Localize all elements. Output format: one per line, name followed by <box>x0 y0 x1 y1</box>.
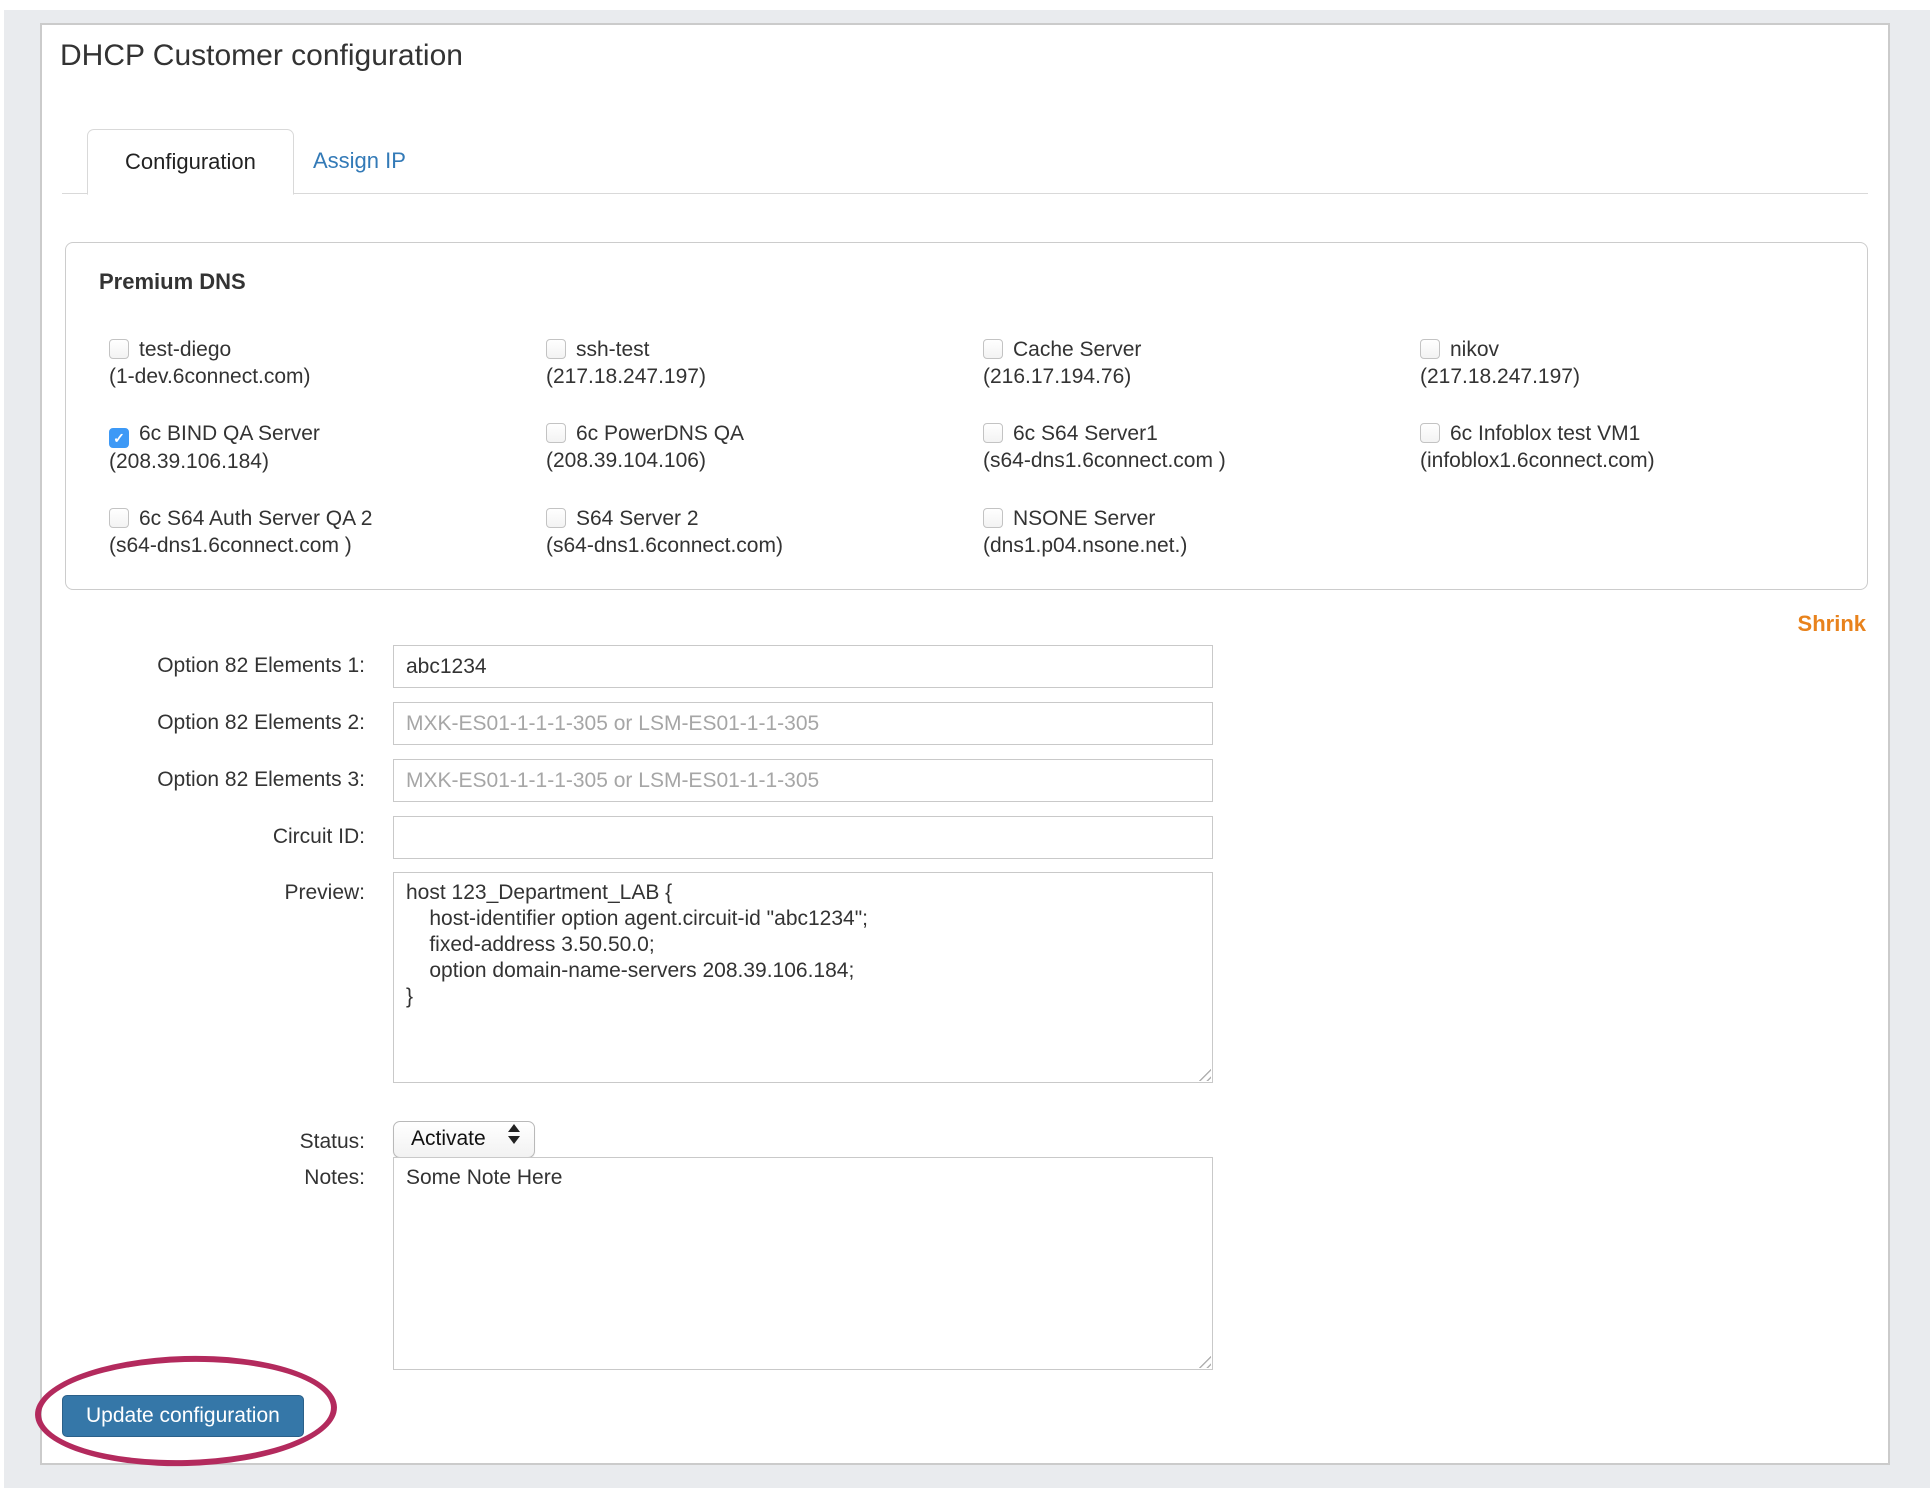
form-row-option82-3: Option 82 Elements 3: <box>62 759 1213 802</box>
dns-server-host: (217.18.247.197) <box>1420 363 1857 390</box>
dns-server-name: NSONE Server <box>1013 507 1155 530</box>
checkbox-icon[interactable] <box>546 423 566 443</box>
dns-server-host: (s64-dns1.6connect.com ) <box>109 532 546 559</box>
tab-configuration[interactable]: Configuration <box>87 129 294 195</box>
checkbox-icon[interactable] <box>983 339 1003 359</box>
dns-server-option-6c-s64-server1[interactable]: 6c S64 Server1 (s64-dns1.6connect.com ) <box>983 420 1420 475</box>
dns-server-grid: test-diego (1-dev.6connect.com) ssh-test… <box>109 336 1857 559</box>
form-row-option82-1: Option 82 Elements 1: <box>62 645 1213 688</box>
dns-server-host: (1-dev.6connect.com) <box>109 363 546 390</box>
checkbox-icon[interactable] <box>1420 339 1440 359</box>
dns-server-host: (208.39.106.184) <box>109 448 546 475</box>
dns-server-name: 6c BIND QA Server <box>139 422 320 445</box>
form-row-notes: Notes: Some Note Here <box>62 1157 1213 1370</box>
checkbox-icon[interactable] <box>546 508 566 528</box>
option82-2-label: Option 82 Elements 2: <box>62 702 365 735</box>
option82-3-input[interactable] <box>393 759 1213 802</box>
dns-server-option-cache-server[interactable]: Cache Server (216.17.194.76) <box>983 336 1420 390</box>
dns-server-host: (s64-dns1.6connect.com ) <box>983 447 1420 474</box>
dns-server-option-nsone[interactable]: NSONE Server (dns1.p04.nsone.net.) <box>983 505 1420 559</box>
page-title: DHCP Customer configuration <box>60 39 463 73</box>
checkbox-icon[interactable] <box>983 423 1003 443</box>
preview-label: Preview: <box>62 872 365 905</box>
select-stepper-arrows-icon <box>508 1124 520 1144</box>
checkbox-icon[interactable] <box>1420 423 1440 443</box>
tab-assign-ip[interactable]: Assign IP <box>313 129 406 193</box>
option82-3-label: Option 82 Elements 3: <box>62 759 365 792</box>
circuit-id-input[interactable] <box>393 816 1213 859</box>
dns-server-host: (infoblox1.6connect.com) <box>1420 447 1857 474</box>
dns-server-host: (s64-dns1.6connect.com) <box>546 532 983 559</box>
dns-server-option-6c-powerdns[interactable]: 6c PowerDNS QA (208.39.104.106) <box>546 420 983 475</box>
dns-server-name: ssh-test <box>576 338 650 361</box>
option82-2-input[interactable] <box>393 702 1213 745</box>
option82-1-label: Option 82 Elements 1: <box>62 645 365 678</box>
dns-server-name: nikov <box>1450 338 1499 361</box>
option82-1-input[interactable] <box>393 645 1213 688</box>
checkbox-icon[interactable] <box>546 339 566 359</box>
dns-server-name: Cache Server <box>1013 338 1141 361</box>
dns-server-name: 6c S64 Auth Server QA 2 <box>139 507 372 530</box>
checkbox-icon[interactable] <box>109 508 129 528</box>
dns-server-option-6c-s64-auth-qa2[interactable]: 6c S64 Auth Server QA 2 (s64-dns1.6conne… <box>109 505 546 559</box>
dhcp-configuration-panel: DHCP Customer configuration Configuratio… <box>40 23 1890 1465</box>
update-configuration-button[interactable]: Update configuration <box>62 1395 304 1437</box>
dns-server-option-test-diego[interactable]: test-diego (1-dev.6connect.com) <box>109 336 546 390</box>
dns-server-name: S64 Server 2 <box>576 507 699 530</box>
dns-server-option-6c-infoblox[interactable]: 6c Infoblox test VM1 (infoblox1.6connect… <box>1420 420 1857 475</box>
dns-server-host: (217.18.247.197) <box>546 363 983 390</box>
preview-textarea[interactable]: host 123_Department_LAB { host-identifie… <box>393 872 1213 1083</box>
dns-server-name: 6c Infoblox test VM1 <box>1450 422 1640 445</box>
shrink-link[interactable]: Shrink <box>1798 611 1866 637</box>
form-row-circuit-id: Circuit ID: <box>62 816 1213 859</box>
dns-server-host: (208.39.104.106) <box>546 447 983 474</box>
form-row-option82-2: Option 82 Elements 2: <box>62 702 1213 745</box>
dns-server-name: 6c S64 Server1 <box>1013 422 1158 445</box>
notes-label: Notes: <box>62 1157 365 1190</box>
notes-textarea[interactable]: Some Note Here <box>393 1157 1213 1370</box>
dns-server-name: 6c PowerDNS QA <box>576 422 744 445</box>
premium-dns-heading: Premium DNS <box>99 269 246 295</box>
dns-server-host: (dns1.p04.nsone.net.) <box>983 532 1420 559</box>
form-row-preview: Preview: host 123_Department_LAB { host-i… <box>62 872 1213 1083</box>
tab-bar: Configuration Assign IP <box>62 129 1868 194</box>
dns-server-host: (216.17.194.76) <box>983 363 1420 390</box>
premium-dns-section: Premium DNS test-diego (1-dev.6connect.c… <box>65 242 1868 590</box>
dns-server-option-nikov[interactable]: nikov (217.18.247.197) <box>1420 336 1857 390</box>
checkbox-icon[interactable] <box>983 508 1003 528</box>
form-row-status: Status: Activate <box>62 1121 535 1158</box>
status-select-value: Activate <box>411 1127 486 1150</box>
dns-server-option-s64-server2[interactable]: S64 Server 2 (s64-dns1.6connect.com) <box>546 505 983 559</box>
checkbox-checked-icon[interactable]: ✓ <box>109 428 129 448</box>
dns-server-name: test-diego <box>139 338 231 361</box>
status-label: Status: <box>62 1121 365 1154</box>
status-select[interactable]: Activate <box>393 1121 535 1158</box>
dns-server-option-6c-bind-qa[interactable]: ✓ 6c BIND QA Server (208.39.106.184) <box>109 420 546 475</box>
dns-server-option-ssh-test[interactable]: ssh-test (217.18.247.197) <box>546 336 983 390</box>
checkbox-icon[interactable] <box>109 339 129 359</box>
circuit-id-label: Circuit ID: <box>62 816 365 849</box>
